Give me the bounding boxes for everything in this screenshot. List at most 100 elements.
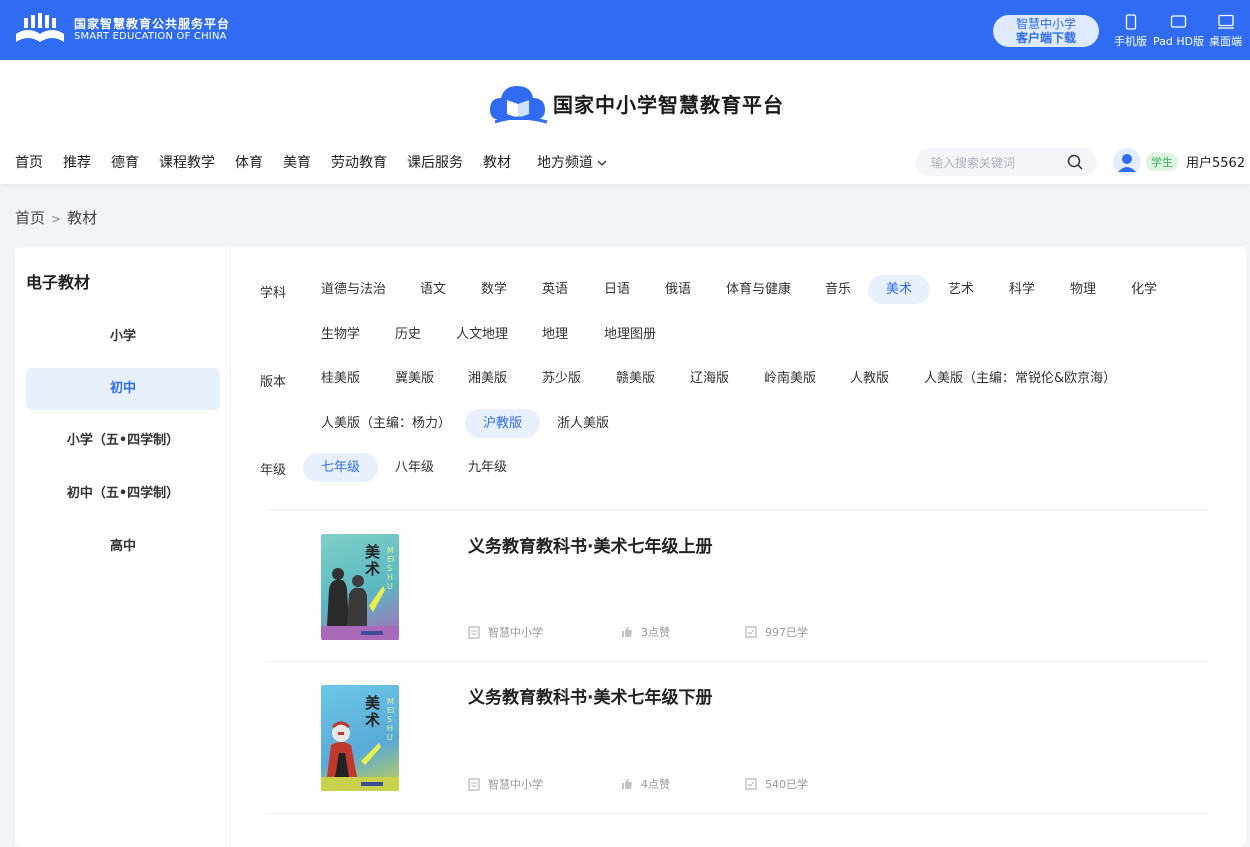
- brand-title: 国家中小学智慧教育平台: [553, 92, 784, 117]
- platform-logo[interactable]: 国家智慧教育公共服务平台 SMART EDUCATION OF CHINA: [14, 12, 230, 48]
- edition-chip[interactable]: 人美版（主编：常锐伦&欧京海）: [906, 364, 1134, 393]
- client-download-button[interactable]: 智慧中小学 客户端下载: [993, 15, 1099, 47]
- subject-chip[interactable]: 艺术: [930, 275, 992, 304]
- book-cover[interactable]: 美术 MEI SHU: [321, 534, 399, 640]
- sidebar-item-primary-54[interactable]: 小学（五•四学制）: [26, 420, 220, 462]
- sidebar-item-senior[interactable]: 高中: [26, 526, 220, 568]
- opera-mask-image: [321, 721, 399, 791]
- book-publisher: 智慧中小学: [468, 624, 543, 640]
- mobile-version-label: 手机版: [1114, 35, 1147, 48]
- nav-textbook[interactable]: 教材: [483, 152, 511, 172]
- sidebar-item-junior[interactable]: 初中: [26, 368, 220, 410]
- document-icon: [468, 625, 480, 639]
- desktop-icon: [1217, 14, 1234, 29]
- divider: [267, 510, 1208, 511]
- nav-course[interactable]: 课程教学: [159, 152, 215, 172]
- subject-chip[interactable]: 日语: [586, 275, 648, 304]
- book-learners: 997已学: [745, 624, 808, 640]
- book-likes: 4点赞: [621, 776, 670, 792]
- book-title[interactable]: 义务教育教科书·美术七年级上册: [468, 532, 712, 557]
- book-likes: 3点赞: [621, 624, 670, 640]
- book-likes-text: 4点赞: [641, 778, 670, 791]
- subject-chip[interactable]: 地理: [524, 320, 586, 349]
- edition-chip[interactable]: 人教版: [832, 364, 907, 393]
- content-panel: 电子教材 小学 初中 小学（五•四学制） 初中（五•四学制） 高中 学科 道德与…: [15, 247, 1246, 847]
- sidebar-title: 电子教材: [26, 273, 91, 292]
- divider: [267, 661, 1208, 662]
- nav-afterschool[interactable]: 课后服务: [407, 152, 463, 172]
- book-likes-text: 3点赞: [641, 626, 670, 639]
- download-label-1: 智慧中小学: [1015, 17, 1076, 31]
- sidebar-item-primary[interactable]: 小学: [26, 316, 220, 358]
- top-bar: 国家智慧教育公共服务平台 SMART EDUCATION OF CHINA 智慧…: [0, 0, 1250, 60]
- nav-local-channel[interactable]: 地方频道: [537, 152, 607, 172]
- subject-chip[interactable]: 物理: [1052, 275, 1114, 304]
- grade-chip-active[interactable]: 七年级: [303, 453, 379, 482]
- subject-chip[interactable]: 数学: [463, 275, 525, 304]
- subject-chip[interactable]: 道德与法治: [303, 275, 404, 304]
- avatar[interactable]: [1113, 148, 1141, 176]
- search-box[interactable]: 输入搜索关键词: [915, 148, 1097, 176]
- book-cover[interactable]: 美术 MEI SHU: [321, 685, 399, 791]
- grade-chip[interactable]: 八年级: [377, 453, 452, 482]
- subject-chip[interactable]: 俄语: [647, 275, 709, 304]
- chevron-down-icon: [597, 160, 607, 166]
- edition-chip[interactable]: 冀美版: [377, 364, 452, 393]
- document-icon: [468, 777, 480, 791]
- divider: [267, 813, 1208, 814]
- logo-en-text: SMART EDUCATION OF CHINA: [74, 31, 227, 43]
- subject-filter-label: 学科: [260, 286, 287, 301]
- edition-chip[interactable]: 桂美版: [303, 364, 378, 393]
- subject-chip[interactable]: 历史: [377, 320, 439, 349]
- edition-chip[interactable]: 人美版（主编：杨力）: [303, 409, 469, 438]
- tablet-icon: [1170, 15, 1187, 28]
- username[interactable]: 用户5562: [1186, 152, 1245, 171]
- sculpture-figures-image: [321, 568, 399, 640]
- edition-chip-active[interactable]: 沪教版: [465, 409, 541, 438]
- nav-recommend[interactable]: 推荐: [63, 152, 91, 172]
- pad-version-label: Pad HD版: [1153, 35, 1205, 48]
- nav-moral[interactable]: 德育: [111, 152, 139, 172]
- subject-chip[interactable]: 化学: [1113, 275, 1175, 304]
- book-learners-text: 997已学: [765, 626, 808, 639]
- edition-chip[interactable]: 浙人美版: [539, 409, 627, 438]
- mobile-version-link[interactable]: 手机版: [1114, 14, 1147, 49]
- book-title[interactable]: 义务教育教科书·美术七年级下册: [468, 683, 712, 708]
- sidebar: 电子教材 小学 初中 小学（五•四学制） 初中（五•四学制） 高中: [15, 247, 231, 847]
- edition-chip[interactable]: 湘美版: [450, 364, 525, 393]
- open-book-logo-icon: [16, 13, 64, 42]
- nav-aesthetic[interactable]: 美育: [283, 152, 311, 172]
- desktop-version-link[interactable]: 桌面端: [1209, 14, 1242, 49]
- subject-chip[interactable]: 生物学: [303, 320, 378, 349]
- grade-chip[interactable]: 九年级: [450, 453, 525, 482]
- edition-chip[interactable]: 赣美版: [598, 364, 673, 393]
- main-header: 国家中小学智慧教育平台 首页 推荐 德育 课程教学 体育 美育 劳动教育 课后服…: [0, 60, 1250, 184]
- sidebar-item-junior-54[interactable]: 初中（五•四学制）: [26, 473, 220, 515]
- pad-version-link[interactable]: Pad HD版: [1153, 14, 1204, 49]
- nav-sports[interactable]: 体育: [235, 152, 263, 172]
- download-label-2: 客户端下载: [1015, 31, 1076, 45]
- book-learners: 540已学: [745, 776, 808, 792]
- search-input[interactable]: 输入搜索关键词: [931, 154, 1015, 171]
- cloud-book-logo-icon: [489, 86, 548, 124]
- search-icon[interactable]: [1067, 154, 1083, 170]
- subject-chip[interactable]: 英语: [524, 275, 586, 304]
- subject-chip[interactable]: 体育与健康: [708, 275, 809, 304]
- subject-chip[interactable]: 地理图册: [586, 320, 674, 349]
- subject-chip[interactable]: 音乐: [807, 275, 869, 304]
- breadcrumb-home[interactable]: 首页: [15, 209, 45, 227]
- book-learners-text: 540已学: [765, 778, 808, 791]
- edition-chip[interactable]: 苏少版: [524, 364, 599, 393]
- subject-chip[interactable]: 人文地理: [438, 320, 526, 349]
- logo-cn-text: 国家智慧教育公共服务平台: [74, 16, 231, 31]
- book-publisher-text: 智慧中小学: [488, 626, 543, 639]
- subject-chip[interactable]: 科学: [991, 275, 1053, 304]
- thumbs-up-icon: [622, 627, 632, 637]
- brand[interactable]: 国家中小学智慧教育平台: [487, 80, 784, 126]
- nav-home[interactable]: 首页: [15, 152, 43, 172]
- edition-chip[interactable]: 辽海版: [672, 364, 747, 393]
- subject-chip-active[interactable]: 美术: [868, 275, 931, 304]
- subject-chip[interactable]: 语文: [402, 275, 464, 304]
- nav-labor[interactable]: 劳动教育: [331, 152, 387, 172]
- edition-chip[interactable]: 岭南美版: [746, 364, 834, 393]
